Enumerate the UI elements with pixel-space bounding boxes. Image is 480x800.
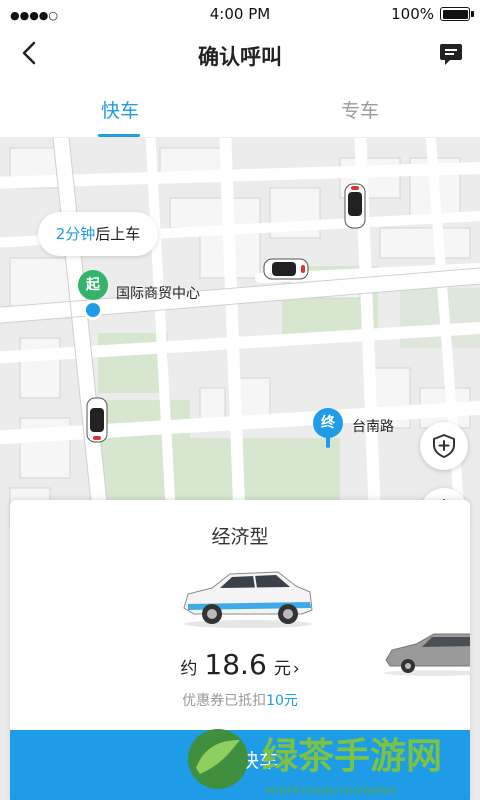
message-button[interactable] <box>438 41 464 67</box>
end-badge: 终 <box>313 408 343 438</box>
start-pin[interactable]: 起 <box>78 270 108 320</box>
tab-underline <box>98 134 140 137</box>
ride-type-tabs: 快车 专车 <box>0 84 480 138</box>
safety-button[interactable] <box>420 422 468 470</box>
coupon-prefix: 优惠券已抵扣 <box>182 693 267 709</box>
status-bar: ●●●●○ 4:00 PM 100% <box>0 0 480 28</box>
current-location-dot <box>83 300 103 320</box>
eta-suffix: 后上车 <box>95 225 141 243</box>
end-pin[interactable]: 终 <box>313 408 343 450</box>
watermark-text: 绿茶手游网 <box>262 735 442 777</box>
nav-bar: 确认呼叫 <box>0 28 480 80</box>
tab-express[interactable]: 快车 <box>60 96 180 123</box>
car-marker <box>344 183 366 229</box>
end-location-label: 台南路 <box>352 419 394 435</box>
car-marker <box>263 258 309 280</box>
end-pin-stem <box>326 436 330 448</box>
start-location-label: 国际商贸中心 <box>116 286 200 302</box>
price-amount: 18.6 <box>204 648 267 681</box>
chevron-right-icon: › <box>292 659 300 679</box>
message-icon <box>440 44 462 65</box>
suv-image <box>183 571 313 628</box>
car-type-label: 经济型 <box>211 526 269 548</box>
eta-time: 2分钟 <box>55 225 96 243</box>
watermark-subtext: MIAFEISHOUYOUWANG <box>266 786 398 797</box>
coupon-amount: 10元 <box>266 693 298 709</box>
eta-bubble: 2分钟后上车 <box>38 212 158 256</box>
battery-percent: 100% <box>391 5 434 23</box>
price-prefix: 约 <box>180 659 198 679</box>
tab-premier[interactable]: 专车 <box>300 96 420 123</box>
watermark-logo: 绿茶手游网 MIAFEISHOUYOUWANG <box>188 729 442 797</box>
coupon-info: 优惠券已抵扣10元 <box>10 690 470 710</box>
price-unit: 元 <box>273 659 291 679</box>
start-badge: 起 <box>78 270 108 300</box>
shield-plus-icon <box>433 434 455 458</box>
price-estimate[interactable]: 约 18.6 元 › <box>10 648 470 681</box>
car-marker <box>86 397 108 443</box>
page-title: 确认呼叫 <box>198 45 282 69</box>
battery-icon <box>440 7 474 21</box>
